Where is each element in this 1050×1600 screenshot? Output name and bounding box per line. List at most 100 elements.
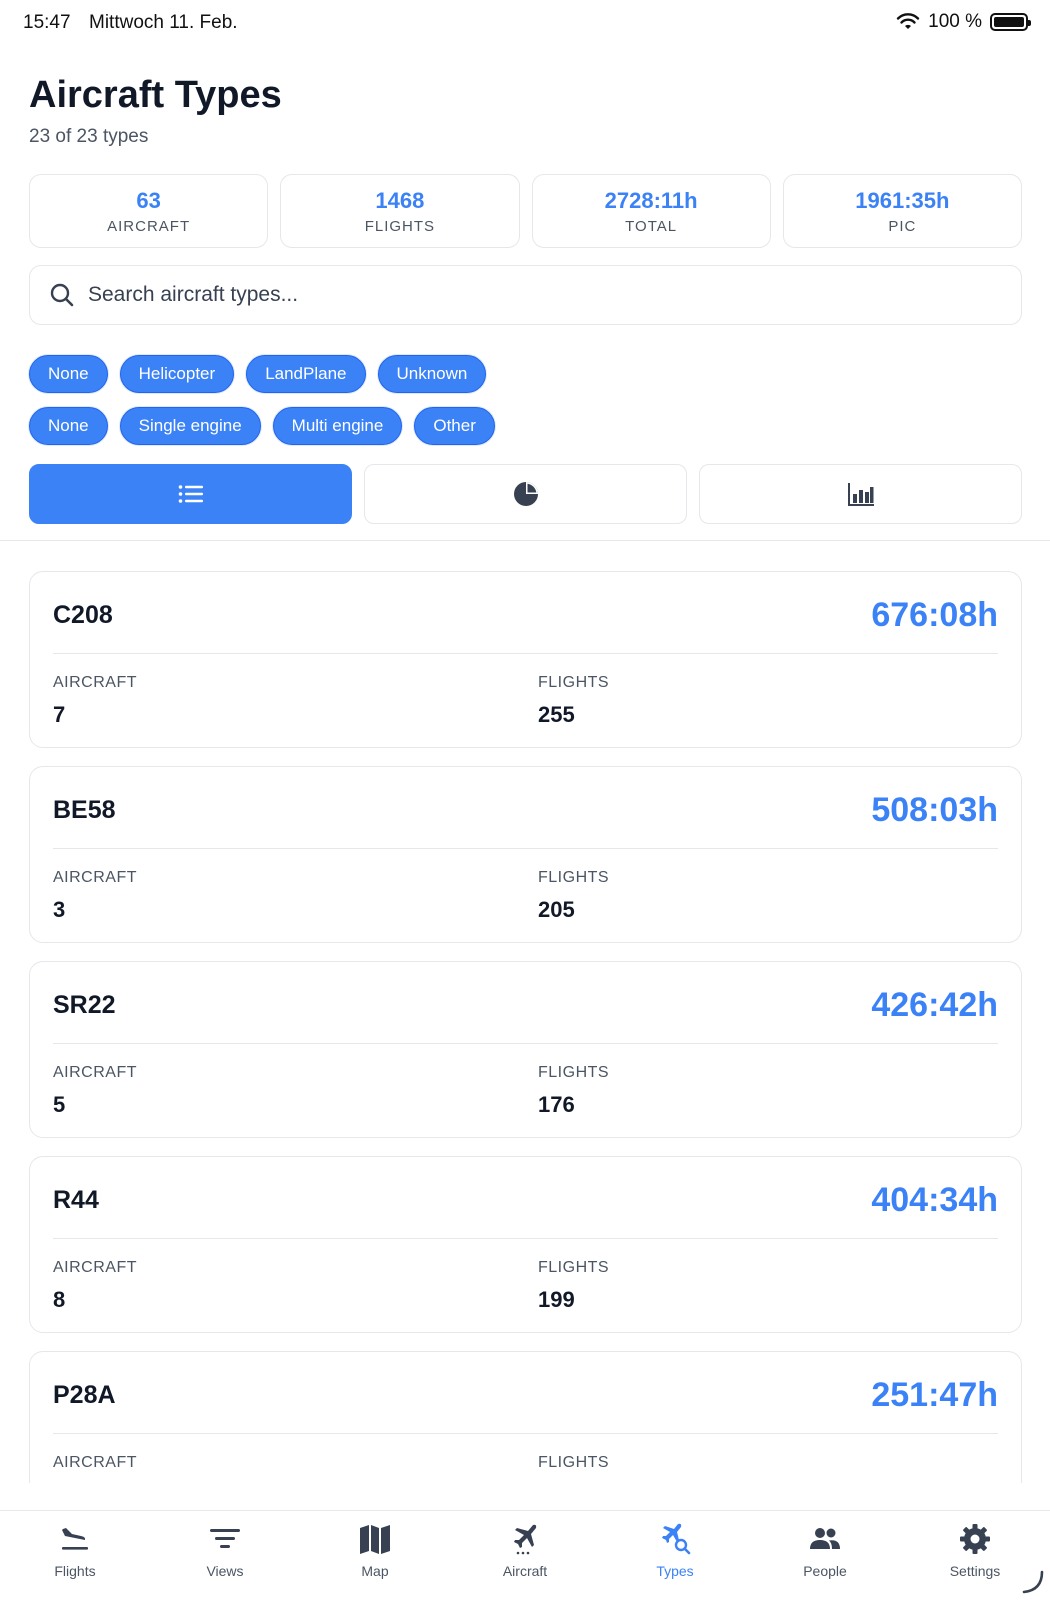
flights-count: 176: [538, 1092, 575, 1117]
type-card-sr22[interactable]: SR22 426:42h AIRCRAFT 5 FLIGHTS 176: [29, 961, 1022, 1138]
card-divider: [53, 1043, 998, 1044]
aircraft-count-col: AIRCRAFT 8: [53, 1259, 137, 1313]
aircraft-count: 8: [53, 1287, 66, 1312]
flights-label: FLIGHTS: [538, 1259, 610, 1276]
resize-handle-icon: [1022, 1570, 1044, 1594]
filter-chip-landplane[interactable]: LandPlane: [246, 355, 366, 393]
status-time: 15:47: [23, 12, 71, 33]
filter-chip-multi-engine[interactable]: Multi engine: [272, 407, 403, 445]
type-hours: 404:34h: [871, 1181, 998, 1219]
type-name: BE58: [53, 796, 116, 824]
type-card-c208[interactable]: C208 676:08h AIRCRAFT 7 FLIGHTS 255: [29, 571, 1022, 748]
status-date: Mittwoch 11. Feb.: [89, 12, 238, 33]
airplane-search-icon: [662, 1523, 691, 1555]
battery-percent: 100 %: [928, 11, 982, 32]
stat-card-flights: 1468 FLIGHTS: [280, 174, 520, 248]
flights-count: 199: [538, 1287, 575, 1312]
header-divider: [0, 540, 1050, 541]
filter-chip-none[interactable]: None: [29, 355, 108, 393]
page-subtitle: 23 of 23 types: [29, 126, 149, 147]
tab-label: Flights: [54, 1563, 96, 1579]
filter-chip-unknown[interactable]: Unknown: [377, 355, 487, 393]
type-hours: 676:08h: [871, 596, 998, 634]
aircraft-count-col: AIRCRAFT: [53, 1454, 137, 1482]
stat-label: PIC: [888, 217, 917, 235]
flights-count-col: FLIGHTS 199: [538, 1259, 609, 1313]
status-bar: 15:47 Mittwoch 11. Feb. 100 %: [0, 0, 1050, 46]
aircraft-label: AIRCRAFT: [53, 674, 137, 691]
aircraft-count-col: AIRCRAFT 3: [53, 869, 137, 923]
search-icon: [50, 283, 74, 307]
battery-icon: [990, 13, 1031, 31]
tab-label: Settings: [949, 1563, 1001, 1579]
aircraft-count: 3: [53, 897, 66, 922]
wifi-icon: [896, 13, 920, 29]
stat-card-total: 2728:11h TOTAL: [531, 174, 771, 248]
type-name: P28A: [53, 1381, 116, 1409]
type-card-r44[interactable]: R44 404:34h AIRCRAFT 8 FLIGHTS 199: [29, 1156, 1022, 1333]
filter-chip-helicopter[interactable]: Helicopter: [119, 355, 235, 393]
search-input[interactable]: [88, 283, 988, 307]
filter-chip-none[interactable]: None: [29, 407, 108, 445]
bar-chart-icon: [847, 483, 874, 506]
aircraft-count: 5: [53, 1092, 66, 1117]
bar-chart-view-button[interactable]: [699, 464, 1022, 524]
tab-label: Types: [656, 1563, 694, 1579]
flights-count-col: FLIGHTS: [538, 1454, 609, 1482]
pie-chart-view-button[interactable]: [364, 464, 687, 524]
aircraft-label: AIRCRAFT: [53, 1454, 137, 1471]
stat-card-pic: 1961:35h PIC: [782, 174, 1022, 248]
type-hours: 508:03h: [871, 791, 998, 829]
tab-flights[interactable]: Flights: [0, 1511, 150, 1600]
tab-map[interactable]: Map: [300, 1511, 450, 1600]
engine-type-filters: None Single engine Multi engine Other: [29, 407, 495, 445]
card-divider: [53, 1238, 998, 1239]
type-hours: 251:47h: [871, 1376, 998, 1414]
type-card-be58[interactable]: BE58 508:03h AIRCRAFT 3 FLIGHTS 205: [29, 766, 1022, 943]
flights-count-col: FLIGHTS 176: [538, 1064, 609, 1118]
stats-row: 63 AIRCRAFT 1468 FLIGHTS 2728:11h TOTAL …: [29, 174, 1022, 248]
flight-landing-icon: [62, 1528, 88, 1550]
status-indicators: 100 %: [896, 11, 1031, 33]
stat-card-aircraft: 63 AIRCRAFT: [29, 174, 269, 248]
tab-aircraft[interactable]: Aircraft: [450, 1511, 600, 1600]
filter-chip-single-engine[interactable]: Single engine: [119, 407, 261, 445]
flights-label: FLIGHTS: [538, 674, 610, 691]
type-name: R44: [53, 1186, 99, 1214]
tab-label: Aircraft: [502, 1563, 548, 1579]
type-name: C208: [53, 601, 113, 629]
flights-count-col: FLIGHTS 255: [538, 674, 609, 728]
flights-label: FLIGHTS: [538, 1454, 610, 1471]
aircraft-label: AIRCRAFT: [53, 1259, 137, 1276]
airplane-icon: [514, 1524, 537, 1555]
aircraft-label: AIRCRAFT: [53, 1064, 137, 1081]
list-view-button[interactable]: [29, 464, 352, 524]
stat-label: TOTAL: [625, 217, 678, 235]
tab-people[interactable]: People: [750, 1511, 900, 1600]
tab-types[interactable]: Types: [600, 1511, 750, 1600]
search-bar[interactable]: [29, 265, 1022, 325]
stat-label: FLIGHTS: [364, 217, 436, 235]
flights-label: FLIGHTS: [538, 1064, 610, 1081]
filter-icon: [210, 1529, 240, 1548]
aircraft-label: AIRCRAFT: [53, 869, 137, 886]
type-card-p28a[interactable]: P28A 251:47h AIRCRAFT FLIGHTS: [29, 1351, 1022, 1483]
aircraft-category-filters: None Helicopter LandPlane Unknown: [29, 355, 487, 393]
stat-value: 1468: [375, 187, 425, 213]
aircraft-count: 7: [53, 702, 66, 727]
stat-value: 1961:35h: [855, 187, 950, 213]
gear-icon: [960, 1524, 990, 1554]
aircraft-count-col: AIRCRAFT 7: [53, 674, 137, 728]
tab-label: Map: [361, 1563, 389, 1579]
tab-views[interactable]: Views: [150, 1511, 300, 1600]
card-divider: [53, 653, 998, 654]
flights-label: FLIGHTS: [538, 869, 610, 886]
pie-chart-icon: [513, 482, 538, 506]
tab-bar: Flights Views Map Aircraft Types People …: [0, 1510, 1050, 1600]
flights-count: 255: [538, 702, 575, 727]
page: 15:47 Mittwoch 11. Feb. 100 % Aircraft T…: [0, 0, 1050, 1600]
aircraft-types-list: C208 676:08h AIRCRAFT 7 FLIGHTS 255 BE58…: [29, 571, 1022, 1483]
stat-label: AIRCRAFT: [107, 217, 191, 235]
filter-chip-other[interactable]: Other: [414, 407, 495, 445]
card-divider: [53, 1433, 998, 1434]
